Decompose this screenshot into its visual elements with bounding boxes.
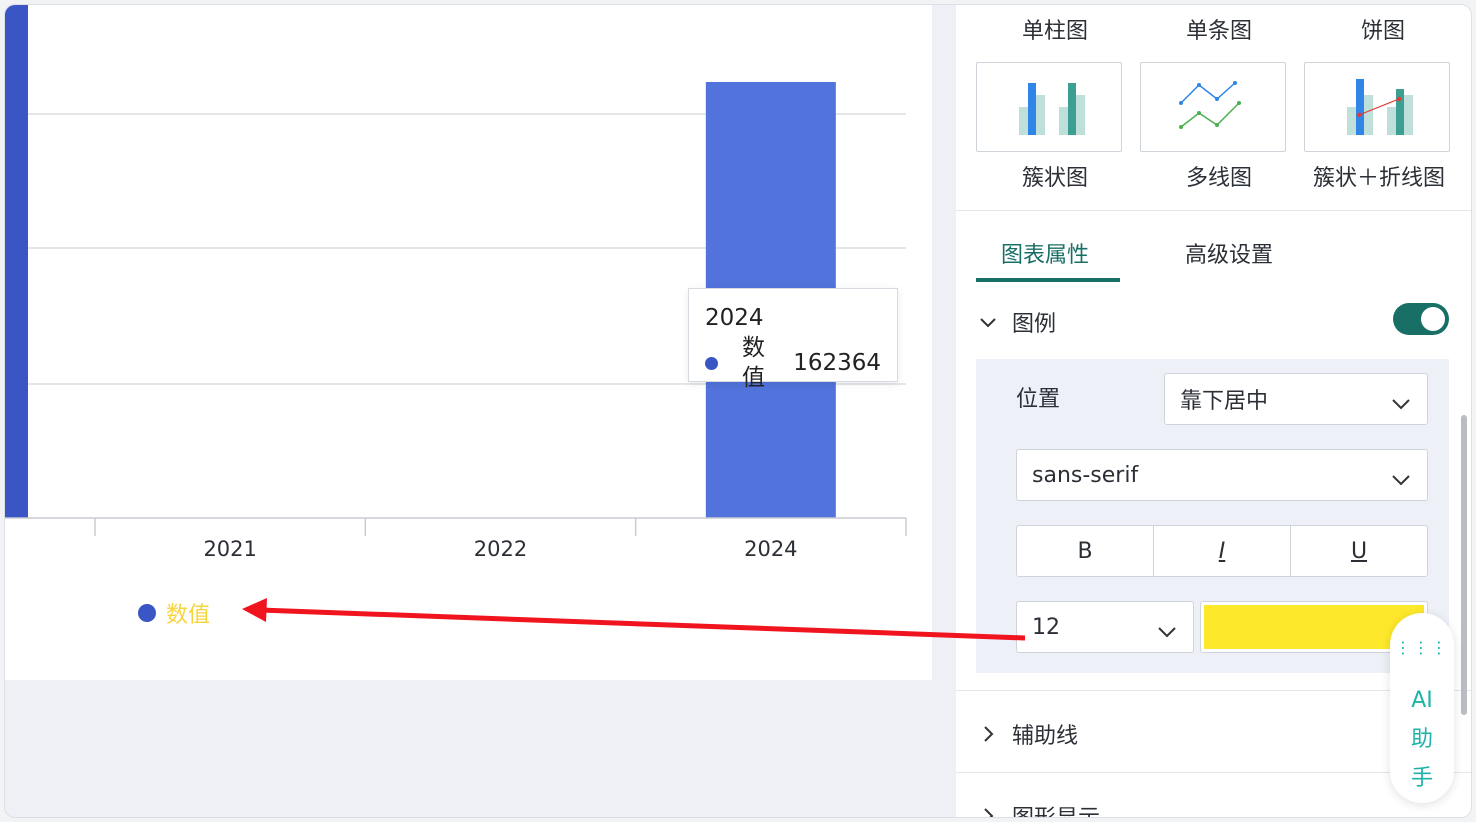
ai-assistant-button[interactable]: ⋮⋮⋮ AI 助手 bbox=[1390, 613, 1454, 803]
bar-line-combo-icon bbox=[1347, 79, 1413, 135]
tooltip-series-dot bbox=[705, 356, 718, 370]
multi-line-icon bbox=[1179, 81, 1241, 129]
legend-settings: 位置 靠下居中 sans-serif B I U 12 bbox=[976, 359, 1449, 673]
guideline-section-title: 辅助线 bbox=[1012, 724, 1079, 749]
chevron-down-icon bbox=[1157, 620, 1177, 645]
chart-type-label-bar-line: 簇状＋折线图 bbox=[1312, 166, 1445, 191]
ai-assistant-label: AI 助手 bbox=[1410, 688, 1433, 791]
panel-scrollbar[interactable] bbox=[1461, 415, 1467, 715]
tab-advanced-settings[interactable]: 高级设置 bbox=[1185, 237, 1273, 269]
position-select[interactable]: 靠下居中 bbox=[1164, 373, 1428, 425]
position-label: 位置 bbox=[1016, 387, 1061, 412]
font-size-select[interactable]: 12 bbox=[1016, 601, 1194, 653]
font-size-value: 12 bbox=[1032, 614, 1060, 640]
chart-type-card-clustered[interactable] bbox=[976, 62, 1122, 152]
font-family-select[interactable]: sans-serif bbox=[1016, 449, 1428, 501]
chart-type-single-column[interactable]: 单柱图 bbox=[980, 13, 1130, 45]
chart-legend[interactable]: 数值 bbox=[138, 597, 210, 629]
legend-section-title: 图例 bbox=[1012, 312, 1057, 337]
shape-display-section-title: 图形显示 bbox=[1012, 800, 1100, 817]
chart-type-single-bar[interactable]: 单条图 bbox=[1144, 13, 1294, 45]
legend-label: 数值 bbox=[166, 603, 211, 628]
x-tick-label: 2022 bbox=[474, 537, 527, 561]
legend-section-header[interactable]: 图例 bbox=[978, 306, 1056, 338]
tooltip-series-name: 数值 bbox=[742, 335, 765, 391]
chevron-down-icon bbox=[978, 312, 1004, 332]
tooltip-value: 162364 bbox=[793, 350, 881, 376]
chevron-right-icon bbox=[978, 806, 1004, 817]
chevron-down-icon bbox=[1391, 392, 1411, 417]
chevron-right-icon bbox=[978, 724, 1004, 744]
text-style-group: B I U bbox=[1016, 525, 1428, 577]
tab-chart-properties[interactable]: 图表属性 bbox=[1001, 237, 1089, 269]
italic-button[interactable]: I bbox=[1153, 526, 1290, 576]
position-select-value: 靠下居中 bbox=[1180, 389, 1269, 414]
shape-display-section-header[interactable]: 图形显示 bbox=[978, 800, 1100, 817]
chart-type-label-multiline: 多线图 bbox=[1185, 166, 1252, 191]
grid-dots-icon: ⋮⋮⋮ bbox=[1395, 638, 1449, 657]
app-frame: 2021 2022 2024 2024 数值 162364 数值 单柱图 单条图 饼… bbox=[5, 5, 1471, 817]
font-family-value: sans-serif bbox=[1032, 462, 1139, 488]
legend-toggle[interactable] bbox=[1393, 303, 1449, 335]
left-edge-bar bbox=[5, 5, 28, 518]
active-tab-indicator bbox=[976, 278, 1120, 282]
divider bbox=[956, 210, 1471, 211]
underline-button[interactable]: U bbox=[1290, 526, 1427, 576]
tooltip-title: 2024 bbox=[705, 305, 764, 331]
legend-dot bbox=[138, 604, 156, 622]
chart-type-card-bar-line[interactable] bbox=[1304, 62, 1450, 152]
chevron-down-icon bbox=[1391, 468, 1411, 493]
clustered-bar-icon bbox=[1019, 83, 1085, 135]
chart-type-label-clustered: 簇状图 bbox=[1021, 166, 1088, 191]
x-tick-label: 2021 bbox=[203, 537, 256, 561]
chart-type-pie[interactable]: 饼图 bbox=[1308, 13, 1458, 45]
chart-tooltip: 2024 数值 162364 bbox=[688, 288, 898, 391]
chart-type-card-multiline[interactable] bbox=[1140, 62, 1286, 152]
chart-panel: 2021 2022 2024 2024 数值 162364 数值 bbox=[5, 5, 932, 680]
bold-button[interactable]: B bbox=[1017, 526, 1153, 576]
properties-panel: 单柱图 单条图 饼图 簇状图 多线图 簇状＋折线图 图表属性 高级设置 图例 位… bbox=[956, 5, 1471, 817]
x-tick-label: 2024 bbox=[744, 537, 797, 561]
guideline-section-header[interactable]: 辅助线 bbox=[978, 718, 1078, 750]
